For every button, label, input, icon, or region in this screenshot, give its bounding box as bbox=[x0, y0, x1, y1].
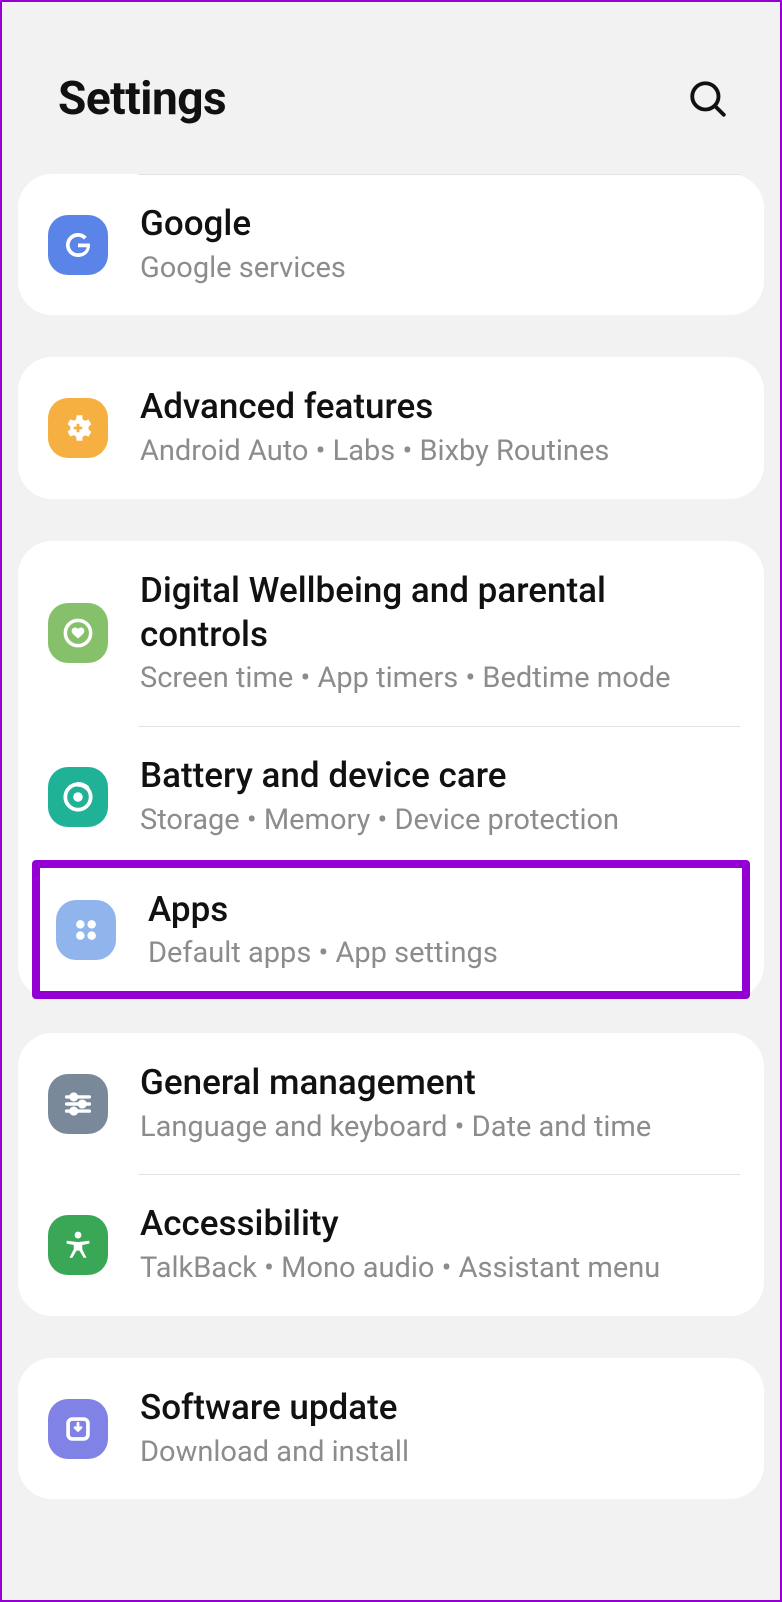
row-title: Digital Wellbeing and parental controls bbox=[140, 569, 734, 657]
row-text: General management Language and keyboard… bbox=[140, 1061, 734, 1146]
settings-item-software-update[interactable]: Software update Download and install bbox=[48, 1358, 734, 1499]
search-button[interactable] bbox=[686, 77, 730, 121]
row-text: Advanced features Android Auto • Labs • … bbox=[140, 385, 734, 470]
settings-item-apps[interactable]: Apps Default apps • App settings bbox=[48, 868, 734, 991]
row-subtitle: Android Auto • Labs • Bixby Routines bbox=[140, 433, 734, 471]
accessibility-icon bbox=[48, 1215, 108, 1275]
row-subtitle: Default apps • App settings bbox=[148, 935, 734, 973]
software-update-icon bbox=[48, 1399, 108, 1459]
settings-item-accessibility[interactable]: Accessibility TalkBack • Mono audio • As… bbox=[48, 1174, 734, 1315]
header: Settings bbox=[2, 2, 780, 174]
digital-wellbeing-icon bbox=[48, 603, 108, 663]
settings-item-battery-device-care[interactable]: Battery and device care Storage • Memory… bbox=[48, 726, 734, 867]
row-title: General management bbox=[140, 1061, 734, 1105]
row-title: Advanced features bbox=[140, 385, 734, 429]
row-title: Battery and device care bbox=[140, 754, 734, 798]
settings-item-google[interactable]: Google Google services bbox=[48, 174, 734, 315]
highlight-apps: Apps Default apps • App settings bbox=[32, 860, 750, 999]
row-text: Software update Download and install bbox=[140, 1386, 734, 1471]
row-text: Apps Default apps • App settings bbox=[148, 888, 734, 973]
row-subtitle: Download and install bbox=[140, 1434, 734, 1472]
row-text: Google Google services bbox=[140, 202, 734, 287]
row-title: Accessibility bbox=[140, 1202, 734, 1246]
row-title: Apps bbox=[148, 888, 734, 932]
settings-group-device: Digital Wellbeing and parental controls … bbox=[18, 541, 764, 999]
row-text: Battery and device care Storage • Memory… bbox=[140, 754, 734, 839]
settings-group-google: Google Google services bbox=[18, 174, 764, 315]
row-text: Accessibility TalkBack • Mono audio • As… bbox=[140, 1202, 734, 1287]
battery-device-care-icon bbox=[48, 767, 108, 827]
settings-item-general-management[interactable]: General management Language and keyboard… bbox=[48, 1033, 734, 1174]
settings-item-digital-wellbeing[interactable]: Digital Wellbeing and parental controls … bbox=[48, 541, 734, 726]
row-text: Digital Wellbeing and parental controls … bbox=[140, 569, 734, 698]
general-management-icon bbox=[48, 1074, 108, 1134]
row-subtitle: Storage • Memory • Device protection bbox=[140, 802, 734, 840]
settings-group-advanced: Advanced features Android Auto • Labs • … bbox=[18, 357, 764, 498]
settings-item-advanced-features[interactable]: Advanced features Android Auto • Labs • … bbox=[48, 357, 734, 498]
settings-group-general: General management Language and keyboard… bbox=[18, 1033, 764, 1316]
search-icon bbox=[687, 78, 729, 120]
row-title: Software update bbox=[140, 1386, 734, 1430]
row-subtitle: Language and keyboard • Date and time bbox=[140, 1109, 734, 1147]
row-subtitle: TalkBack • Mono audio • Assistant menu bbox=[140, 1250, 734, 1288]
row-subtitle: Screen time • App timers • Bedtime mode bbox=[140, 660, 734, 698]
row-title: Google bbox=[140, 202, 734, 246]
settings-group-software: Software update Download and install bbox=[18, 1358, 764, 1499]
apps-icon bbox=[56, 900, 116, 960]
google-icon bbox=[48, 215, 108, 275]
page-title: Settings bbox=[58, 72, 226, 126]
row-subtitle: Google services bbox=[140, 250, 734, 288]
advanced-features-icon bbox=[48, 398, 108, 458]
